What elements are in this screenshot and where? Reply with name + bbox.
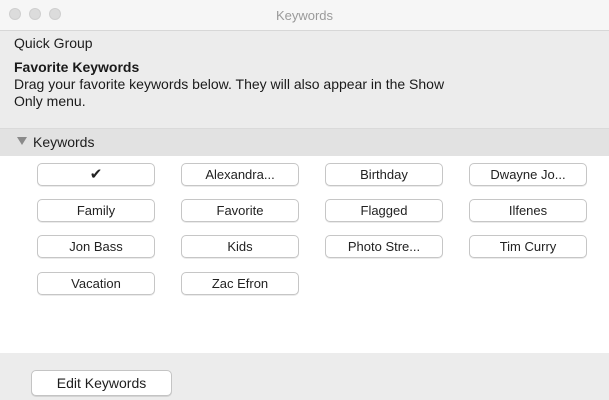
keyword-button[interactable]: Family: [37, 199, 155, 222]
favorite-keywords-description-line1: Drag your favorite keywords below. They …: [14, 76, 445, 92]
keyword-button-grid: ✔ Alexandra... Birthday Dwayne Jo... Fam…: [0, 156, 609, 353]
favorite-keywords-heading: Favorite Keywords: [14, 59, 140, 75]
keyword-checkmark-button[interactable]: ✔: [37, 163, 155, 186]
keyword-button[interactable]: Tim Curry: [469, 235, 587, 258]
keyword-button[interactable]: Vacation: [37, 272, 155, 295]
keyword-button[interactable]: Kids: [181, 235, 299, 258]
keywords-section-header[interactable]: Keywords: [0, 128, 609, 157]
keywords-window: Keywords Quick Group Favorite Keywords D…: [0, 0, 609, 400]
keyword-button[interactable]: Flagged: [325, 199, 443, 222]
title-bar: Keywords: [0, 0, 609, 31]
keyword-button[interactable]: Favorite: [181, 199, 299, 222]
window-title: Keywords: [275, 8, 334, 23]
disclosure-triangle-icon[interactable]: [17, 137, 27, 145]
keyword-button[interactable]: Zac Efron: [181, 272, 299, 295]
keyword-button[interactable]: Jon Bass: [37, 235, 155, 258]
keyword-button[interactable]: Ilfenes: [469, 199, 587, 222]
keyword-button[interactable]: Photo Stre...: [325, 235, 443, 258]
favorite-keywords-description-line2: Only menu.: [14, 93, 86, 109]
keyword-button[interactable]: Alexandra...: [181, 163, 299, 186]
keyword-button[interactable]: Dwayne Jo...: [469, 163, 587, 186]
edit-keywords-button[interactable]: Edit Keywords: [31, 370, 172, 396]
favorite-keywords-info: Favorite Keywords Drag your favorite key…: [14, 59, 594, 110]
keyword-button[interactable]: Birthday: [325, 163, 443, 186]
quick-group-header: Quick Group: [14, 35, 93, 51]
footer-bar: Edit Keywords: [0, 353, 609, 400]
keywords-section-label: Keywords: [33, 134, 95, 150]
